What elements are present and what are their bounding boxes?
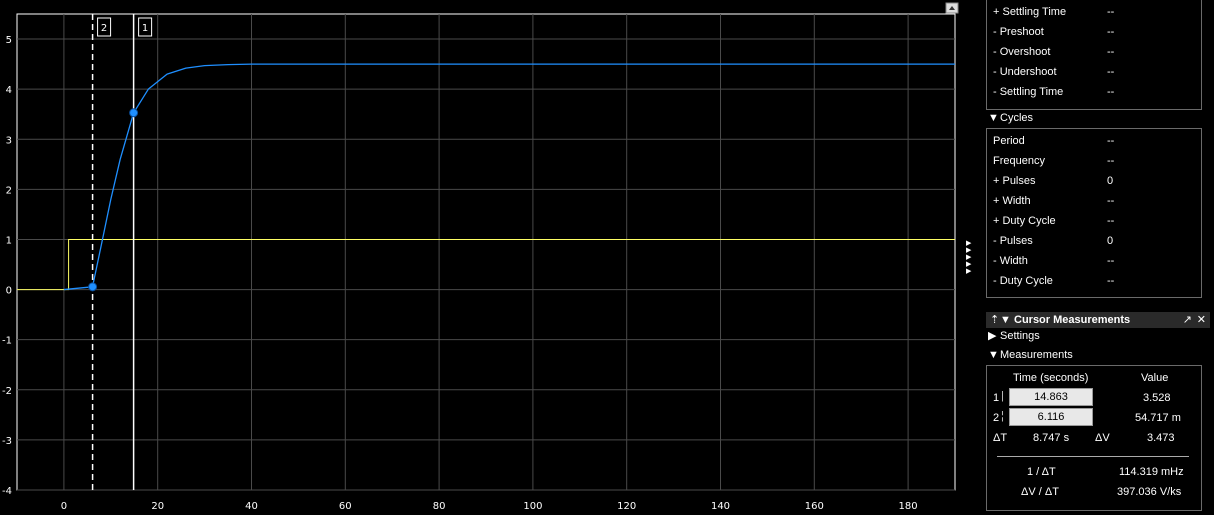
x-tick-label: 100 [523, 501, 542, 512]
transitions-box: + Settling Time -- - Preshoot -- - Oversho… [986, 0, 1202, 110]
cursor-marker-2[interactable] [88, 282, 98, 292]
cycles-row: - Duty Cycle -- [993, 275, 1115, 287]
cycles-row: Period -- [993, 135, 1115, 147]
cycles-row: + Width -- [993, 195, 1115, 207]
cursor-1-value: 3.528 [1143, 392, 1171, 404]
column-header-value: Value [1141, 372, 1169, 384]
settings-section-toggle[interactable]: ▶ Settings [988, 327, 1040, 345]
measurements-section-toggle[interactable]: ▼Measurements [988, 346, 1073, 364]
cycles-row: - Pulses 0 [993, 235, 1114, 247]
undock-icon[interactable]: ↗ [1183, 312, 1192, 328]
transitions-row: - Overshoot -- [993, 46, 1115, 58]
y-tick-label: -4 [2, 486, 12, 497]
cursor-1-label: 1 [993, 392, 1000, 404]
measurements-panel: + Settling Time -- - Preshoot -- - Oversho… [982, 0, 1214, 515]
triangle-down-icon: ▼ [988, 112, 999, 124]
y-tick-label: 3 [6, 135, 12, 146]
x-tick-label: 40 [245, 501, 258, 512]
delta-v-value: 3.473 [1147, 432, 1175, 444]
inverse-delta-t-label: 1 / ΔT [1027, 466, 1056, 478]
x-tick-label: 120 [617, 501, 636, 512]
cursor-2-label: 2 [993, 412, 1000, 424]
triangle-down-icon: ▼ [988, 349, 999, 361]
cycles-row: Frequency -- [993, 155, 1115, 167]
pin-icon[interactable]: ⇡ [990, 312, 999, 328]
triangle-right-icon: ▶ [988, 330, 997, 342]
y-tick-label: 5 [6, 35, 12, 46]
cursor-measurements-box: Time (seconds) Value 1 | 14.863 3.528 2 … [986, 365, 1202, 511]
x-tick-label: 20 [151, 501, 164, 512]
cursor-measurements-titlebar[interactable]: ⇡ ▼ Cursor Measurements ↗ ✕ [986, 312, 1210, 328]
triangle-down-icon: ▼ [1000, 314, 1011, 326]
y-tick-label: -3 [2, 436, 12, 447]
x-tick-label: 80 [433, 501, 446, 512]
scope-plot[interactable]: 0 20 40 60 80 100 120 140 160 180 5 4 3 2 1 0 -1 -2 -3 -4 1 2 [0, 0, 982, 515]
x-tick-label: 160 [805, 501, 824, 512]
cursor-flag-label-1: 1 [142, 23, 148, 34]
cursor-dashed-icon: ¦ [1001, 410, 1004, 422]
panel-collapse-arrows[interactable]: ▶ ▶ ▶ ▶ ▶ [966, 240, 976, 275]
slope-value: 397.036 V/ks [1117, 486, 1182, 498]
x-tick-label: 0 [61, 501, 67, 512]
transitions-row: + Settling Time -- [993, 6, 1115, 18]
cursor-2-value: 54.717 m [1135, 412, 1181, 424]
x-tick-label: 180 [899, 501, 918, 512]
y-tick-label: -1 [2, 336, 12, 347]
y-tick-label: 1 [6, 235, 12, 246]
cycles-row: + Duty Cycle -- [993, 215, 1115, 227]
y-tick-label: 0 [6, 286, 12, 297]
cursor-solid-icon: | [1001, 390, 1004, 402]
cycles-section-toggle[interactable]: ▼Cycles [988, 109, 1033, 127]
cursor-2-time-field[interactable]: 6.116 [1009, 408, 1093, 426]
delta-v-label: ΔV [1095, 432, 1110, 444]
x-tick-label: 140 [711, 501, 730, 512]
cursor-marker-1[interactable] [129, 108, 139, 118]
cycles-box: Period -- Frequency -- + Pulses 0 + Width --… [986, 128, 1202, 298]
delta-t-label: ΔT [993, 432, 1008, 444]
y-tick-label: -2 [2, 386, 12, 397]
delta-t-value: 8.747 s [1033, 432, 1070, 444]
divider [997, 456, 1189, 457]
y-tick-label: 4 [6, 85, 12, 96]
slope-label: ΔV / ΔT [1021, 486, 1059, 498]
transitions-row: - Undershoot -- [993, 66, 1115, 78]
cursor-flag-label-2: 2 [101, 23, 107, 34]
column-header-time: Time (seconds) [1013, 372, 1089, 384]
inverse-delta-t-value: 114.319 mHz [1119, 466, 1184, 478]
transitions-row: - Settling Time -- [993, 86, 1115, 98]
scope-display[interactable]: 0 20 40 60 80 100 120 140 160 180 5 4 3 2 1 0 -1 -2 -3 -4 1 2… [0, 0, 982, 515]
transitions-row: - Preshoot -- [993, 26, 1115, 38]
x-tick-label: 60 [339, 501, 352, 512]
y-tick-label: 2 [6, 185, 12, 196]
cycles-row: - Width -- [993, 255, 1115, 267]
cycles-row: + Pulses 0 [993, 175, 1114, 187]
cursor-1-time-field[interactable]: 14.863 [1009, 388, 1093, 406]
close-icon[interactable]: ✕ [1197, 312, 1206, 328]
